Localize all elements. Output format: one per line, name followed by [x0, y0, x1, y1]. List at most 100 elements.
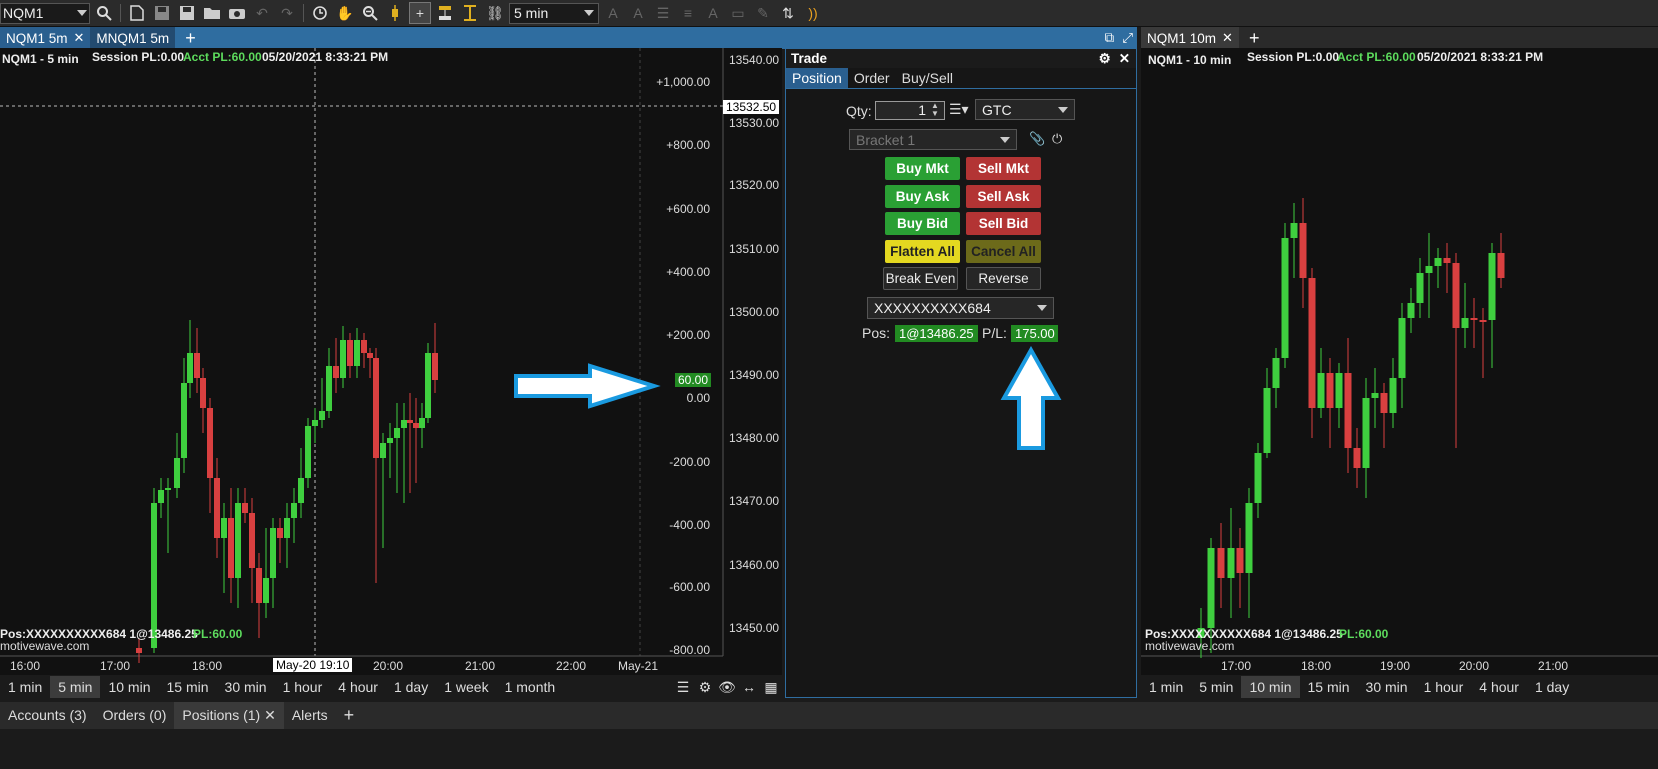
buy-mkt-button[interactable]: Buy Mkt	[885, 157, 960, 180]
sell-mkt-button[interactable]: Sell Mkt	[966, 157, 1041, 180]
timeframe-4-hour[interactable]: 4 hour	[330, 676, 386, 698]
save-icon[interactable]	[151, 2, 173, 24]
tab-nqm1-5m[interactable]: NQM1 5m ✕	[0, 27, 91, 49]
left-chart-pane[interactable]: NQM1 - 5 min Session PL:0.00 Acct PL:60.…	[0, 48, 782, 676]
timeframe-5-min[interactable]: 5 min	[1191, 676, 1241, 698]
sort-icon[interactable]: ⇅	[777, 2, 799, 24]
bottom-tab-accounts[interactable]: Accounts (3)	[0, 702, 95, 729]
gear-icon[interactable]: ⚙	[1099, 51, 1111, 67]
timeframe-10-min[interactable]: 10 min	[100, 676, 158, 698]
list-menu-icon[interactable]: ☰▾	[949, 101, 969, 118]
timeframe-1-day[interactable]: 1 day	[386, 676, 436, 698]
timeframe-1-hour[interactable]: 1 hour	[1416, 676, 1472, 698]
timeframe-1-day[interactable]: 1 day	[1527, 676, 1577, 698]
camera-icon[interactable]	[226, 2, 248, 24]
hand-icon[interactable]: ✋	[334, 2, 356, 24]
popout-icon[interactable]: ⧉	[1101, 27, 1119, 49]
candle-icon[interactable]	[384, 2, 406, 24]
font-up-icon[interactable]: A	[602, 2, 624, 24]
timeframe-1-hour[interactable]: 1 hour	[275, 676, 331, 698]
bottom-tab-orders[interactable]: Orders (0)	[95, 702, 175, 729]
sell-ask-button[interactable]: Sell Ask	[966, 185, 1041, 208]
buy-ask-button[interactable]: Buy Ask	[885, 185, 960, 208]
bracket-select[interactable]: Bracket 1	[849, 129, 1017, 150]
search-icon[interactable]	[93, 2, 115, 24]
undo-icon[interactable]: ↶	[251, 2, 273, 24]
list-icon[interactable]: ☰	[672, 676, 694, 698]
calendar-icon[interactable]: ▦	[760, 676, 782, 698]
position-pl: PL:60.00	[1339, 627, 1389, 641]
sell-bid-button[interactable]: Sell Bid	[966, 212, 1041, 235]
eye-icon[interactable]: 👁	[716, 676, 738, 698]
candle-body	[1353, 448, 1361, 468]
timeframe-1-week[interactable]: 1 week	[436, 676, 496, 698]
pen-icon[interactable]: ✎	[752, 2, 774, 24]
timeframe-1-min[interactable]: 1 min	[0, 676, 50, 698]
price-axis-label: 13510.00	[729, 242, 780, 256]
clock-icon[interactable]	[309, 2, 331, 24]
right-chart-pane[interactable]: NQM1 - 10 min Session PL:0.00 Acct PL:60…	[1141, 48, 1658, 676]
close-icon[interactable]: ✕	[1222, 30, 1233, 46]
left-tab-bar: NQM1 5m ✕ MNQM1 5m + ⧉ ⤢	[0, 27, 1137, 49]
right-candle-chart[interactable]	[1141, 48, 1658, 676]
account-select[interactable]: XXXXXXXXXX684	[867, 297, 1054, 319]
font-down-icon[interactable]: A	[627, 2, 649, 24]
new-chart-icon[interactable]	[126, 2, 148, 24]
text-color-icon[interactable]: A	[702, 2, 724, 24]
bottom-tab-positions[interactable]: Positions (1) ✕	[174, 702, 284, 729]
candle-body	[367, 353, 373, 358]
line-width-icon[interactable]: ≡	[677, 2, 699, 24]
rss-icon[interactable]: ))	[802, 2, 824, 24]
flatten-all-button[interactable]: Flatten All	[885, 240, 960, 263]
tab-buy-sell[interactable]: Buy/Sell	[896, 68, 959, 88]
bottom-tab-alerts[interactable]: Alerts	[284, 702, 336, 729]
save-all-icon[interactable]	[176, 2, 198, 24]
cursor-icon[interactable]	[459, 2, 481, 24]
chart-settings-icon[interactable]: ⚙	[694, 676, 716, 698]
reverse-button[interactable]: Reverse	[966, 267, 1041, 290]
add-tab-icon[interactable]: +	[175, 28, 206, 49]
power-icon[interactable]: ⏻	[1052, 131, 1062, 147]
bar-type-icon[interactable]	[434, 2, 456, 24]
add-panel-icon[interactable]: +	[336, 702, 363, 729]
candle-body	[235, 503, 241, 578]
timeframe-15-min[interactable]: 15 min	[159, 676, 217, 698]
qty-stepper[interactable]: ▲ ▼	[931, 102, 939, 118]
tab-nqm1-10m[interactable]: NQM1 10m ✕	[1141, 27, 1239, 49]
close-icon[interactable]: ✕	[1119, 51, 1130, 67]
symbol-select[interactable]: NQM1	[0, 2, 90, 24]
buy-bid-button[interactable]: Buy Bid	[885, 212, 960, 235]
timeframe-1-min[interactable]: 1 min	[1141, 676, 1191, 698]
crosshair-icon[interactable]: +	[409, 2, 431, 24]
candle-body	[1254, 453, 1262, 503]
open-folder-icon[interactable]	[201, 2, 223, 24]
timeframe-15-min[interactable]: 15 min	[1300, 676, 1358, 698]
timeframe-10-min[interactable]: 10 min	[1241, 676, 1300, 698]
main-toolbar: NQM1 ↶ ↷ ✋ + ⛓ 5 min A A ☰ ≡ A ▭ ✎ ⇅))	[0, 0, 1658, 27]
zoom-icon[interactable]	[359, 2, 381, 24]
close-icon[interactable]: ✕	[74, 30, 85, 46]
timeframe-1-month[interactable]: 1 month	[497, 676, 564, 698]
candle-body	[1461, 318, 1469, 328]
timeframe-30-min[interactable]: 30 min	[1358, 676, 1416, 698]
close-icon[interactable]: ✕	[260, 707, 276, 723]
paperclip-icon[interactable]: 📎	[1029, 131, 1045, 147]
interval-select[interactable]: 5 min	[509, 2, 599, 24]
fill-color-icon[interactable]: ▭	[727, 2, 749, 24]
tab-order[interactable]: Order	[848, 68, 896, 88]
link-icon[interactable]: ⛓	[484, 2, 506, 24]
timeframe-30-min[interactable]: 30 min	[217, 676, 275, 698]
tab-position[interactable]: Position	[786, 68, 848, 88]
width-icon[interactable]: ↔	[738, 676, 760, 698]
timeframe-5-min[interactable]: 5 min	[50, 676, 101, 698]
tif-select[interactable]: GTC	[975, 99, 1075, 120]
timeframe-4-hour[interactable]: 4 hour	[1471, 676, 1527, 698]
line-style-icon[interactable]: ☰	[652, 2, 674, 24]
break-even-button[interactable]: Break Even	[883, 267, 958, 290]
cancel-all-button[interactable]: Cancel All	[966, 240, 1041, 263]
candle-body	[1479, 320, 1487, 322]
redo-icon[interactable]: ↷	[276, 2, 298, 24]
tab-mnqm1-5m[interactable]: MNQM1 5m	[90, 27, 176, 49]
maximize-icon[interactable]: ⤢	[1118, 27, 1137, 49]
add-tab-icon[interactable]: +	[1239, 28, 1270, 49]
